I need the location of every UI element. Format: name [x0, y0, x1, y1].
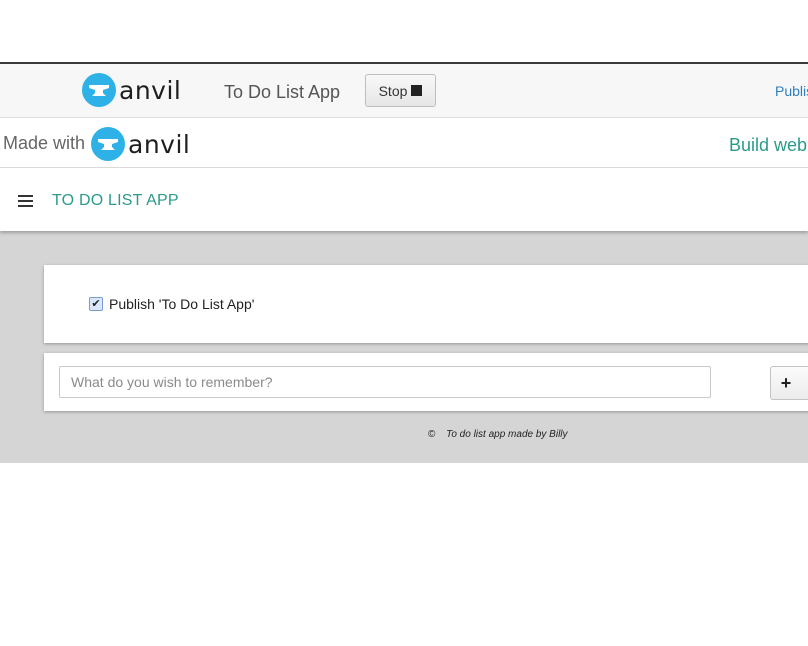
footer: © To do list app made by Billy: [428, 429, 568, 440]
new-todo-input[interactable]: [59, 366, 711, 398]
browser-top-area: [0, 0, 808, 64]
made-with-anvil-logo[interactable]: anvil: [91, 127, 190, 161]
made-with-anvil-banner: Made with anvil Build web: [0, 118, 808, 168]
anvil-wordmark: anvil: [119, 75, 182, 105]
anvil-wordmark: anvil: [128, 129, 191, 159]
made-with-text: Made with: [3, 133, 86, 153]
anvil-ide-bar: anvil To Do List App Stop Publis: [0, 64, 808, 118]
hamburger-menu-icon[interactable]: [18, 195, 33, 210]
app-title[interactable]: TO DO LIST APP: [52, 192, 179, 210]
ide-app-name: To Do List App: [224, 82, 341, 102]
app-content: ✔ Publish 'To Do List App' + © To do lis…: [0, 231, 808, 463]
publish-link[interactable]: Publis: [775, 83, 808, 99]
copyright-symbol: ©: [428, 429, 436, 440]
publish-checkbox[interactable]: ✔: [89, 297, 103, 311]
build-web-link[interactable]: Build web: [729, 135, 807, 156]
footer-text: To do list app made by Billy: [446, 429, 568, 440]
add-todo-button[interactable]: +: [770, 366, 808, 400]
anvil-icon: [82, 73, 116, 107]
stop-icon: [411, 85, 423, 96]
anvil-logo[interactable]: anvil: [82, 73, 181, 107]
publish-card: ✔ Publish 'To Do List App': [44, 265, 808, 343]
new-todo-card: +: [44, 353, 808, 411]
anvil-icon: [91, 127, 125, 161]
stop-button[interactable]: Stop: [365, 74, 436, 107]
plus-icon: +: [780, 372, 792, 393]
publish-checkbox-label[interactable]: Publish 'To Do List App': [109, 296, 254, 312]
stop-button-label: Stop: [378, 82, 408, 99]
app-header: TO DO LIST APP: [0, 168, 808, 231]
